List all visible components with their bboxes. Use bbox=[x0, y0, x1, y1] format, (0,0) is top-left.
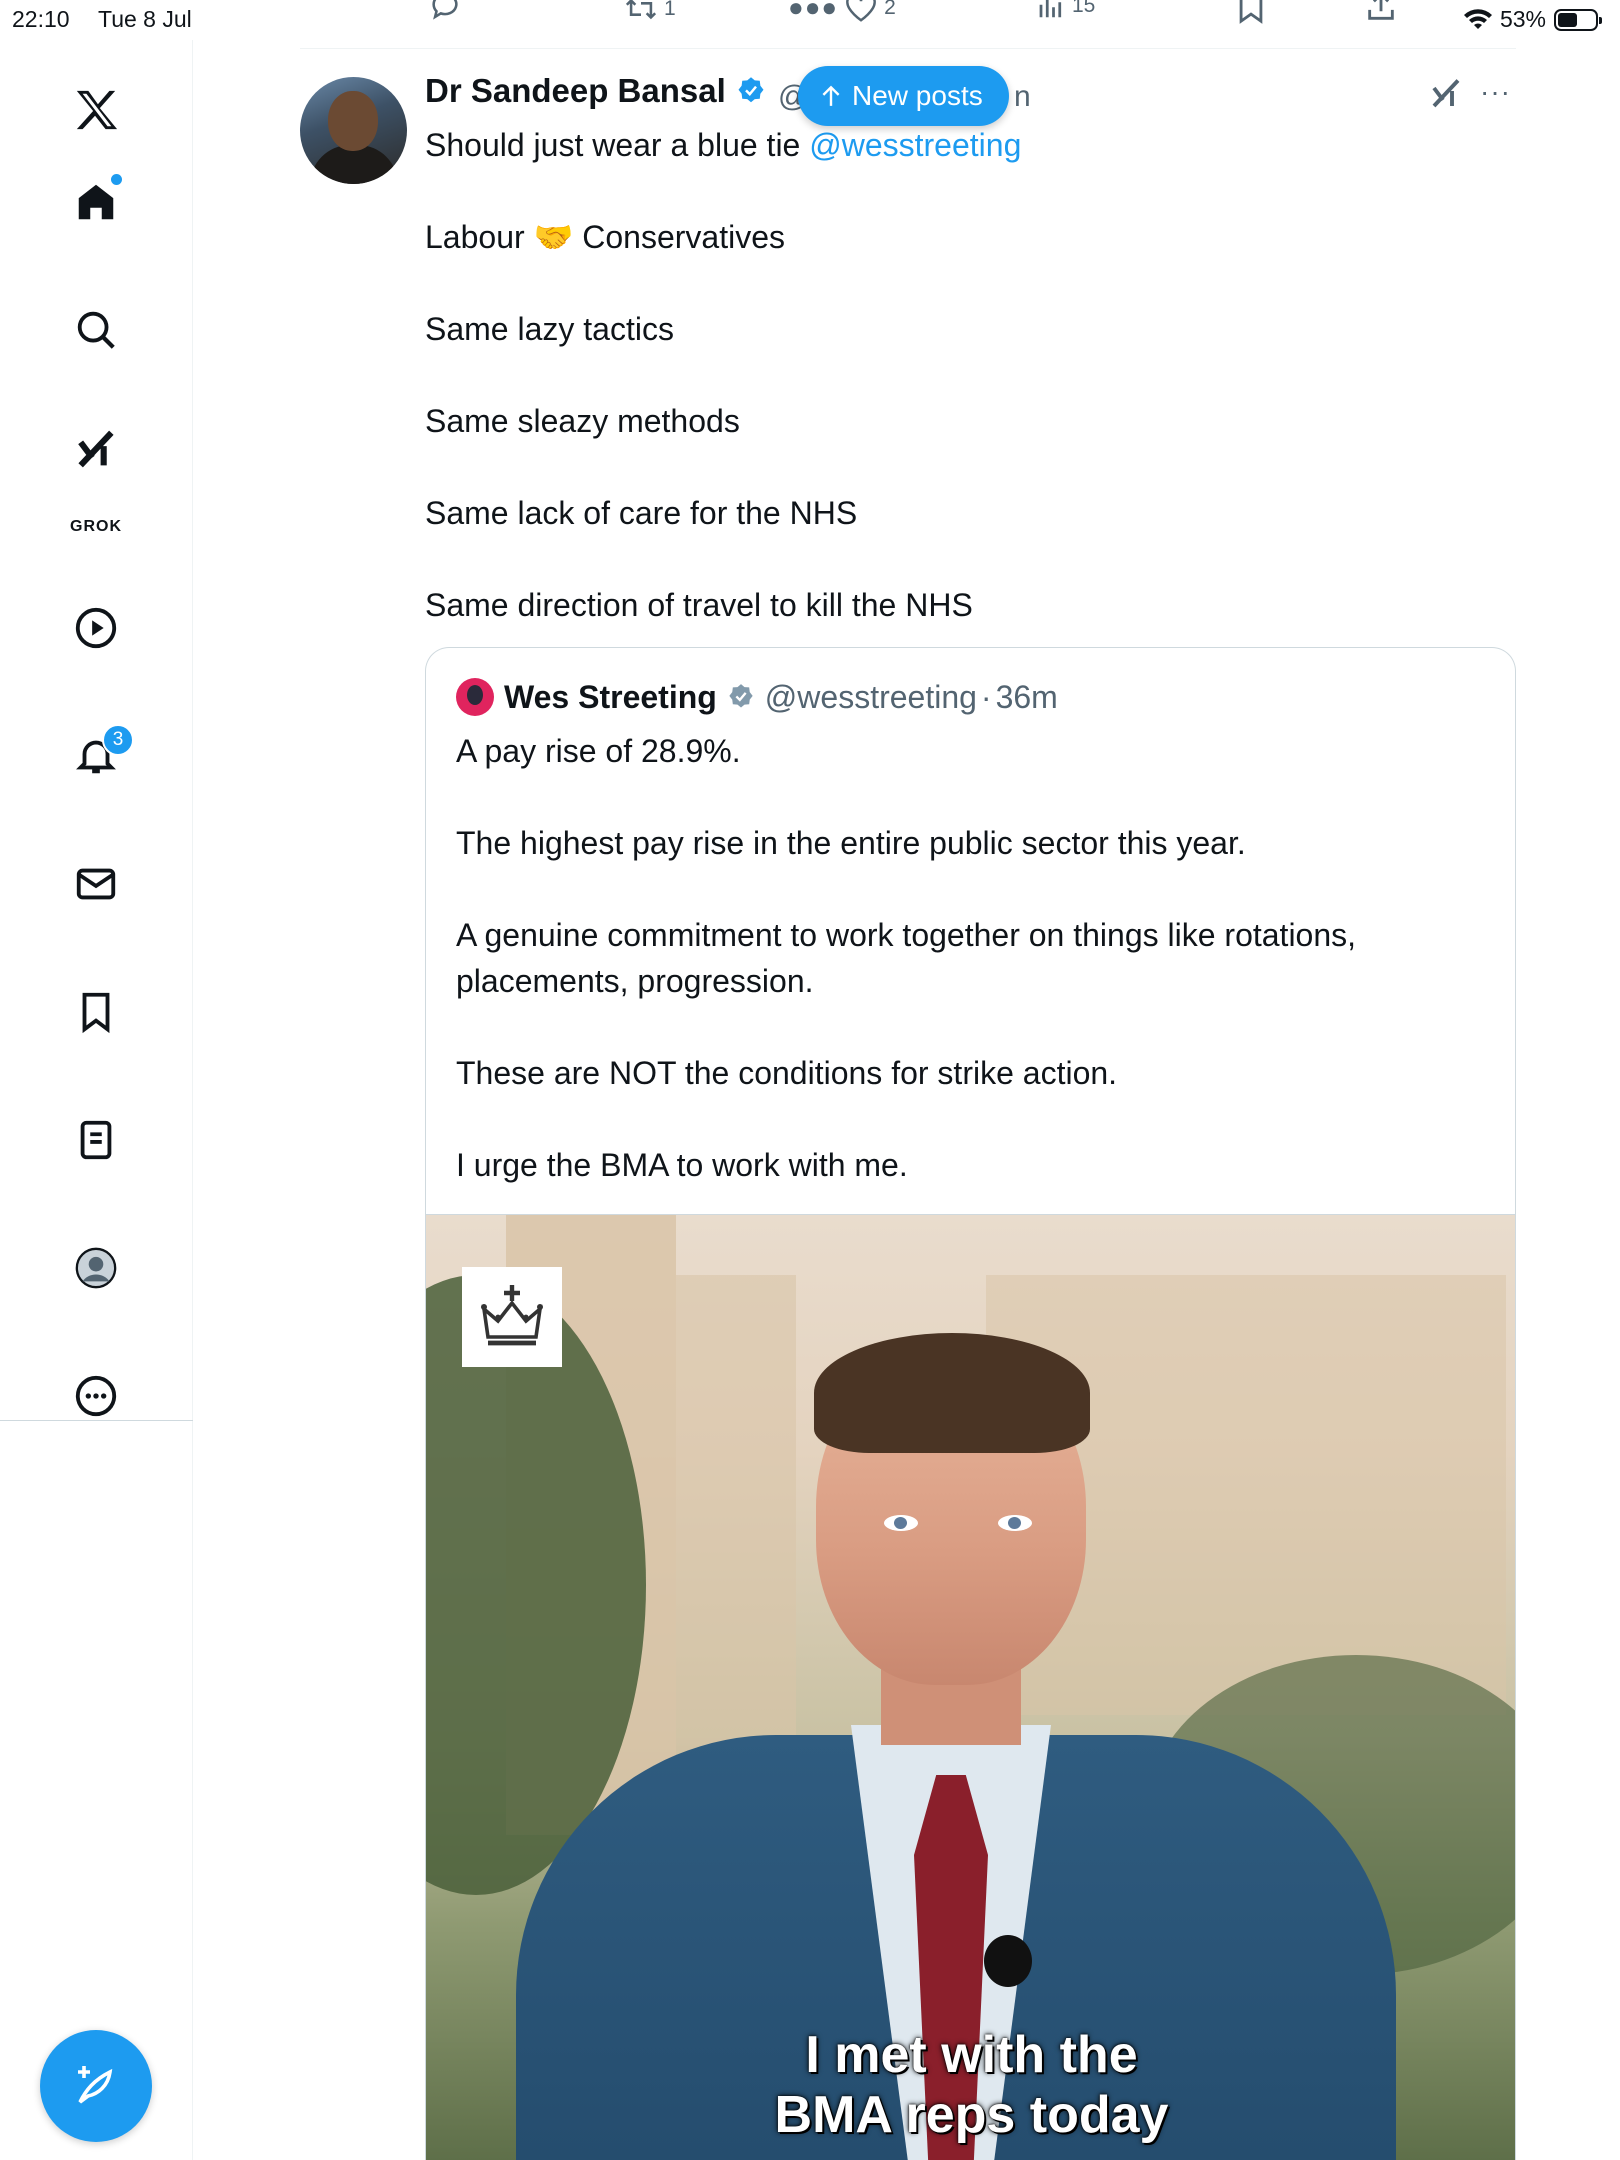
author-avatar[interactable] bbox=[300, 77, 407, 184]
post-line-text: Labour bbox=[425, 219, 534, 255]
nav-more[interactable] bbox=[56, 1356, 136, 1436]
post-line: Same lack of care for the NHS bbox=[425, 495, 858, 531]
quoted-post-text: A pay rise of 28.9%. The highest pay ris… bbox=[456, 728, 1476, 1188]
nav-messages[interactable] bbox=[56, 844, 136, 924]
avatar-face bbox=[328, 91, 378, 151]
compose-post-button[interactable] bbox=[40, 2030, 152, 2142]
quote-line: I urge the BMA to work with me. bbox=[456, 1147, 908, 1183]
sidebar-divider bbox=[0, 1420, 193, 1421]
quoted-post[interactable]: Wes Streeting @wesstreeting · 36m A pay … bbox=[425, 647, 1516, 2160]
battery-icon bbox=[1554, 8, 1602, 31]
x-logo-icon bbox=[76, 90, 118, 130]
home-unread-dot bbox=[111, 174, 122, 185]
new-posts-pill[interactable]: New posts bbox=[798, 66, 1009, 126]
separator-dot: · bbox=[980, 678, 992, 715]
quoted-author-handle: @wesstreeting bbox=[764, 678, 977, 715]
quote-line: These are NOT the conditions for strike … bbox=[456, 1055, 1118, 1091]
post-line-text: Conservatives bbox=[573, 219, 786, 255]
crown-icon bbox=[481, 1285, 543, 1346]
author-row: Dr Sandeep Bansal bbox=[425, 72, 766, 110]
profile-avatar-icon bbox=[75, 1247, 117, 1289]
nav-grok[interactable] bbox=[56, 410, 136, 490]
nav-videos[interactable] bbox=[56, 588, 136, 668]
grok-icon bbox=[78, 430, 114, 468]
mail-icon bbox=[76, 868, 116, 900]
battery-fill bbox=[1558, 12, 1578, 27]
notifications-badge: 3 bbox=[102, 724, 134, 756]
nav-home[interactable] bbox=[56, 162, 136, 242]
mention-link[interactable]: @wesstreeting bbox=[809, 127, 1021, 163]
quoted-author-avatar bbox=[456, 678, 494, 716]
compose-feather-icon bbox=[78, 2066, 113, 2104]
nav-notifications[interactable]: 3 bbox=[56, 716, 136, 796]
quote-line: A genuine commitment to work together on… bbox=[456, 917, 1357, 999]
post-text: Should just wear a blue tie @wesstreetin… bbox=[425, 122, 1515, 628]
person-eye bbox=[884, 1515, 918, 1531]
post-line: Same sleazy methods bbox=[425, 403, 740, 439]
handshake-emoji-icon: 🤝 bbox=[533, 219, 574, 255]
lapel-microphone bbox=[984, 1935, 1032, 1987]
quoted-author-name: Wes Streeting bbox=[504, 678, 717, 715]
video-caption-line: I met with the bbox=[805, 2026, 1138, 2084]
search-icon bbox=[77, 311, 115, 349]
person-hair bbox=[814, 1333, 1090, 1453]
quote-line: A pay rise of 28.9%. bbox=[456, 733, 741, 769]
sidebar: GROK 3 bbox=[0, 40, 193, 2160]
royal-crest-logo bbox=[462, 1267, 562, 1367]
status-date: Tue 8 Jul bbox=[98, 6, 192, 32]
grok-icon bbox=[1432, 79, 1460, 108]
quoted-post-header: Wes Streeting @wesstreeting · 36m bbox=[456, 678, 1058, 716]
video-caption-line: BMA reps today bbox=[774, 2086, 1169, 2144]
list-icon bbox=[80, 1120, 112, 1160]
nav-search[interactable] bbox=[56, 290, 136, 370]
video-thumbnail[interactable]: I met with the BMA reps today bbox=[426, 1214, 1515, 2160]
home-icon bbox=[78, 184, 114, 220]
new-posts-label: New posts bbox=[852, 80, 983, 111]
post-line: Same lazy tactics bbox=[425, 311, 674, 347]
post-line: Labour 🤝 Conservatives bbox=[425, 214, 1515, 260]
nav-bookmarks[interactable] bbox=[56, 972, 136, 1052]
verified-badge-icon bbox=[729, 684, 753, 708]
verified-badge-icon bbox=[738, 77, 764, 103]
x-logo[interactable] bbox=[56, 70, 136, 150]
post-line: Same direction of travel to kill the NHS bbox=[425, 587, 973, 623]
arrow-up-icon bbox=[822, 85, 840, 106]
status-right: 53% bbox=[1463, 6, 1602, 33]
author-name[interactable]: Dr Sandeep Bansal bbox=[425, 72, 726, 110]
wifi-icon bbox=[1463, 8, 1492, 29]
nav-profile[interactable] bbox=[56, 1228, 136, 1308]
bookmark-icon bbox=[82, 992, 110, 1034]
post-divider bbox=[300, 48, 1516, 49]
battery-percent: 53% bbox=[1499, 6, 1546, 32]
status-time: 22:10 bbox=[12, 6, 70, 32]
author-handle-end: n bbox=[1014, 80, 1031, 113]
status-bar: 22:10 Tue 8 Jul 53% bbox=[0, 0, 1620, 40]
person-eye bbox=[998, 1515, 1032, 1531]
play-icon bbox=[75, 607, 117, 649]
grok-label: GROK bbox=[70, 518, 122, 535]
post-line: Should just wear a blue tie @wesstreetin… bbox=[425, 122, 1515, 168]
post-more-icon[interactable]: ··· bbox=[1480, 76, 1511, 108]
video-caption: I met with the BMA reps today bbox=[426, 2025, 1515, 2145]
nav-lists[interactable] bbox=[56, 1100, 136, 1180]
more-circle-icon bbox=[75, 1375, 117, 1417]
post-line-text: Should just wear a blue tie bbox=[425, 127, 810, 163]
quote-line: The highest pay rise in the entire publi… bbox=[456, 825, 1246, 861]
grok-explain-button[interactable] bbox=[1428, 76, 1464, 117]
quoted-post-time: 36m bbox=[995, 678, 1058, 715]
